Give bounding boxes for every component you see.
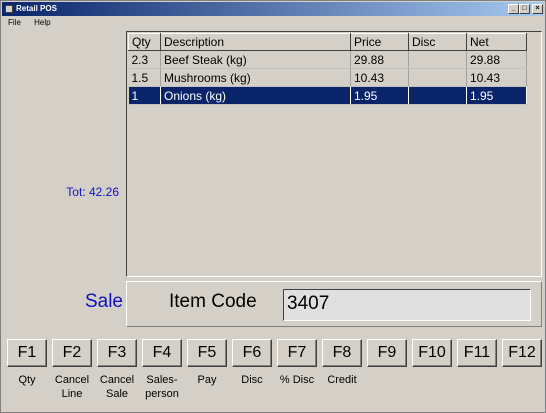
pos-window: Retail POS _ □ × File Help Tot: 42.26 Qt… [0,0,546,413]
column-header-description[interactable]: Description [160,33,351,51]
menu-file[interactable]: File [8,18,21,27]
cell-net: 1.95 [466,86,527,105]
cell-disc [408,86,467,105]
f2-label: Cancel Line [54,374,90,400]
f4-button[interactable]: F4 [142,339,182,367]
cell-price: 1.95 [350,86,409,105]
sale-items-table: Qty Description Price Disc Net 2.3 Beef … [128,33,527,105]
table-row[interactable]: 2.3 Beef Steak (kg) 29.88 29.88 [128,50,527,69]
f6-button[interactable]: F6 [232,339,272,367]
column-header-price[interactable]: Price [350,33,409,51]
f3-button[interactable]: F3 [97,339,137,367]
f11-button[interactable]: F11 [457,339,497,367]
item-code-input[interactable]: 3407 [283,289,531,321]
title-bar[interactable]: Retail POS _ □ × [2,2,544,16]
menu-help[interactable]: Help [34,18,50,27]
cell-price: 29.88 [350,50,409,69]
column-header-disc[interactable]: Disc [408,33,467,51]
cell-disc [408,50,467,69]
cell-qty: 1.5 [128,68,161,87]
cell-disc [408,68,467,87]
f5-button[interactable]: F5 [187,339,227,367]
f8-label: Credit [327,374,357,386]
f4-label: Sales- person [145,374,179,400]
f5-label: Pay [197,374,217,386]
column-header-net[interactable]: Net [466,33,527,51]
f6-label: Disc [241,374,263,386]
mode-label: Sale [84,291,123,312]
f1-label: Qty [18,374,36,386]
cell-net: 29.88 [466,50,527,69]
f10-button[interactable]: F10 [412,339,452,367]
table-row[interactable]: 1.5 Mushrooms (kg) 10.43 10.43 [128,68,527,87]
f7-button[interactable]: F7 [277,339,317,367]
cell-description: Beef Steak (kg) [160,50,351,69]
cell-description: Onions (kg) [160,86,351,105]
grid-header-row: Qty Description Price Disc Net [128,33,527,51]
cell-qty: 1 [128,86,161,105]
maximize-button[interactable]: □ [519,4,530,14]
cell-description: Mushrooms (kg) [160,68,351,87]
f12-button[interactable]: F12 [502,339,542,367]
f2-button[interactable]: F2 [52,339,92,367]
f8-button[interactable]: F8 [322,339,362,367]
item-code-label: Item Code [169,291,257,312]
f7-label: % Disc [279,374,315,386]
total-amount: Tot: 42.26 [66,185,119,199]
f1-button[interactable]: F1 [7,339,47,367]
table-row-selected[interactable]: 1 Onions (kg) 1.95 1.95 [128,86,527,105]
cell-price: 10.43 [350,68,409,87]
sale-items-grid[interactable]: Qty Description Price Disc Net 2.3 Beef … [126,31,542,277]
cell-net: 10.43 [466,68,527,87]
f9-button[interactable]: F9 [367,339,407,367]
column-header-qty[interactable]: Qty [128,33,161,51]
f3-label: Cancel Sale [99,374,135,400]
close-button[interactable]: × [532,4,543,14]
minimize-button[interactable]: _ [508,4,519,14]
menu-bar: File Help [3,17,57,29]
window-title: Retail POS [16,4,57,13]
app-icon [5,5,13,13]
cell-qty: 2.3 [128,50,161,69]
